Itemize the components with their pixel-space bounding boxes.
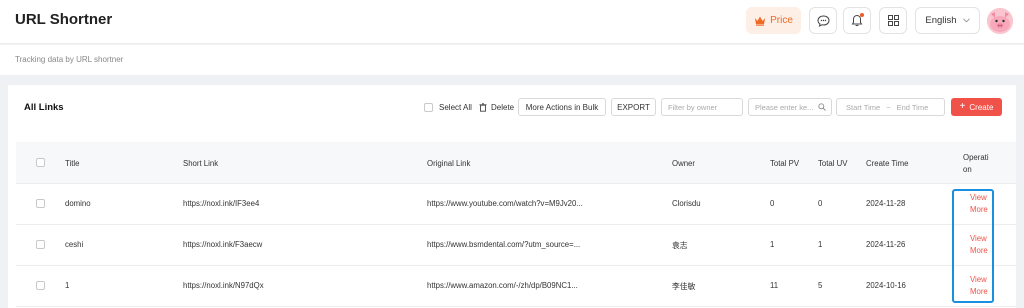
keyword-search-input[interactable]: Please enter ke...: [748, 98, 832, 116]
chat-button[interactable]: [809, 7, 837, 34]
user-avatar[interactable]: [987, 8, 1013, 34]
cell-title: 1: [65, 281, 70, 290]
cell-original-link[interactable]: https://www.youtube.com/watch?v=M9Jv20..…: [427, 199, 583, 208]
table-row: domino https://noxl.ink/IF3ee4 https://w…: [16, 184, 1016, 225]
table-header: Title Short Link Original Link Owner Tot…: [16, 142, 1016, 184]
cell-owner: Clorisdu: [672, 199, 701, 208]
owner-filter-input[interactable]: Filter by owner: [661, 98, 743, 116]
cell-short-link[interactable]: https://noxl.ink/N97dQx: [183, 281, 264, 290]
cell-original-link[interactable]: https://www.amazon.com/-/zh/dp/B09NC1...: [427, 281, 578, 290]
chevron-down-icon: [962, 18, 970, 23]
col-title: Title: [65, 159, 80, 168]
cell-total-pv: 11: [770, 281, 779, 290]
chat-icon: [816, 14, 830, 27]
end-time-placeholder: End Time: [896, 102, 929, 112]
crown-icon: [755, 16, 766, 26]
export-button[interactable]: EXPORT: [611, 98, 656, 116]
links-table: Title Short Link Original Link Owner Tot…: [16, 142, 1016, 307]
plus-icon: +: [959, 101, 966, 112]
delete-label: Delete: [491, 103, 515, 112]
cell-total-pv: 1: [770, 240, 775, 249]
col-total-uv: Total UV: [818, 159, 848, 168]
links-card: All Links Select All Delete More Actions…: [8, 85, 1016, 308]
row-checkbox[interactable]: [36, 240, 45, 249]
page-subtitle: Tracking data by URL shortner: [15, 55, 124, 64]
cell-total-uv: 5: [818, 281, 823, 290]
select-all-checkbox[interactable]: [424, 103, 433, 112]
col-total-pv: Total PV: [770, 159, 800, 168]
cell-owner: 李佳敏: [672, 282, 696, 291]
cell-total-pv: 0: [770, 199, 775, 208]
card-title: All Links: [24, 102, 64, 113]
start-time-placeholder: Start Time: [846, 102, 881, 112]
apps-button[interactable]: [879, 7, 907, 34]
date-range-separator: ~: [886, 102, 891, 112]
notification-dot: [860, 13, 864, 17]
search-icon: [818, 103, 826, 111]
grid-icon: [887, 15, 899, 26]
date-range-picker[interactable]: Start Time ~ End Time: [836, 98, 945, 116]
cell-title: domino: [65, 199, 91, 208]
table-row: ceshi https://noxl.ink/F3aecw https://ww…: [16, 225, 1016, 266]
price-button[interactable]: Price: [746, 7, 801, 34]
select-all-control[interactable]: Select All: [424, 103, 472, 112]
col-original-link: Original Link: [427, 159, 471, 168]
col-operation: Operati on: [963, 152, 989, 176]
cell-create-time: 2024-11-28: [866, 199, 906, 208]
cell-short-link[interactable]: https://noxl.ink/F3aecw: [183, 240, 262, 249]
cell-short-link[interactable]: https://noxl.ink/IF3ee4: [183, 199, 259, 208]
app-title: URL Shortner: [15, 11, 113, 28]
language-select[interactable]: English: [915, 7, 980, 34]
trash-icon: [479, 103, 487, 112]
create-label: Create: [969, 102, 994, 112]
col-operation-line2: on: [963, 165, 972, 174]
delete-button[interactable]: Delete: [479, 103, 514, 112]
select-all-label: Select All: [439, 103, 472, 112]
col-create-time: Create Time: [866, 159, 909, 168]
operation-column-highlight: [952, 189, 994, 303]
cell-total-uv: 1: [818, 240, 823, 249]
avatar-pig-icon: [987, 8, 1013, 34]
cell-original-link[interactable]: https://www.bsmdental.com/?utm_source=..…: [427, 240, 580, 249]
notification-button[interactable]: [843, 7, 871, 34]
row-checkbox[interactable]: [36, 199, 45, 208]
top-header: URL Shortner Price English: [0, 0, 1024, 44]
cell-owner: 袁志: [672, 241, 688, 250]
more-actions-button[interactable]: More Actions in Bulk: [518, 98, 606, 116]
create-button[interactable]: + Create: [951, 98, 1002, 116]
col-owner: Owner: [672, 159, 695, 168]
cell-title: ceshi: [65, 240, 84, 249]
col-short-link: Short Link: [183, 159, 219, 168]
cell-create-time: 2024-11-26: [866, 240, 906, 249]
subheader: Tracking data by URL shortner: [0, 45, 1024, 75]
row-checkbox[interactable]: [36, 281, 45, 290]
cell-total-uv: 0: [818, 199, 823, 208]
keyword-search-placeholder: Please enter ke...: [755, 102, 814, 112]
language-label: English: [925, 15, 957, 26]
cell-create-time: 2024-10-16: [866, 281, 906, 290]
header-select-checkbox[interactable]: [36, 158, 45, 167]
table-row: 1 https://noxl.ink/N97dQx https://www.am…: [16, 266, 1016, 307]
price-label: Price: [770, 15, 793, 26]
col-operation-line1: Operati: [963, 153, 989, 162]
